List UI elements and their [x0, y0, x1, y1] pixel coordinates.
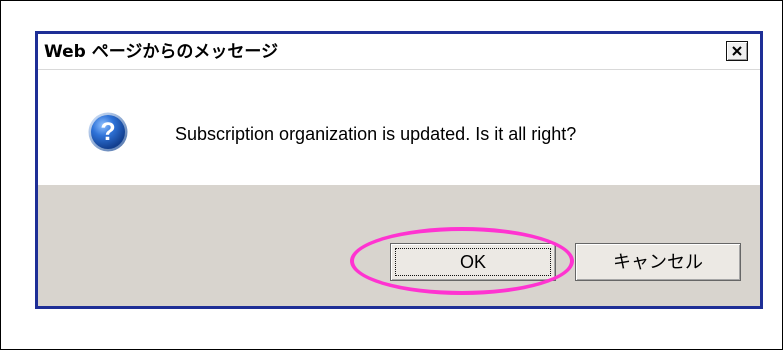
- message-text: Subscription organization is updated. Is…: [175, 124, 577, 144]
- ok-button[interactable]: OK: [390, 243, 556, 281]
- cancel-button-label: キャンセル: [613, 252, 703, 272]
- dialog-content: ? Subscription organization is updated. …: [38, 70, 760, 185]
- button-panel: OK キャンセル: [38, 185, 760, 306]
- ok-button-label: OK: [459, 252, 486, 272]
- svg-text:?: ?: [100, 118, 115, 146]
- close-button[interactable]: [726, 41, 748, 61]
- dialog-titlebar: Web ページからのメッセージ: [38, 34, 760, 70]
- close-icon: [732, 46, 742, 56]
- question-icon: ?: [88, 112, 128, 152]
- message-dialog: Web ページからのメッセージ ? Subscription organizat…: [35, 31, 763, 309]
- page-frame: Web ページからのメッセージ ? Subscription organizat…: [0, 0, 783, 350]
- dialog-title: Web ページからのメッセージ: [44, 42, 279, 62]
- cancel-button[interactable]: キャンセル: [575, 243, 741, 281]
